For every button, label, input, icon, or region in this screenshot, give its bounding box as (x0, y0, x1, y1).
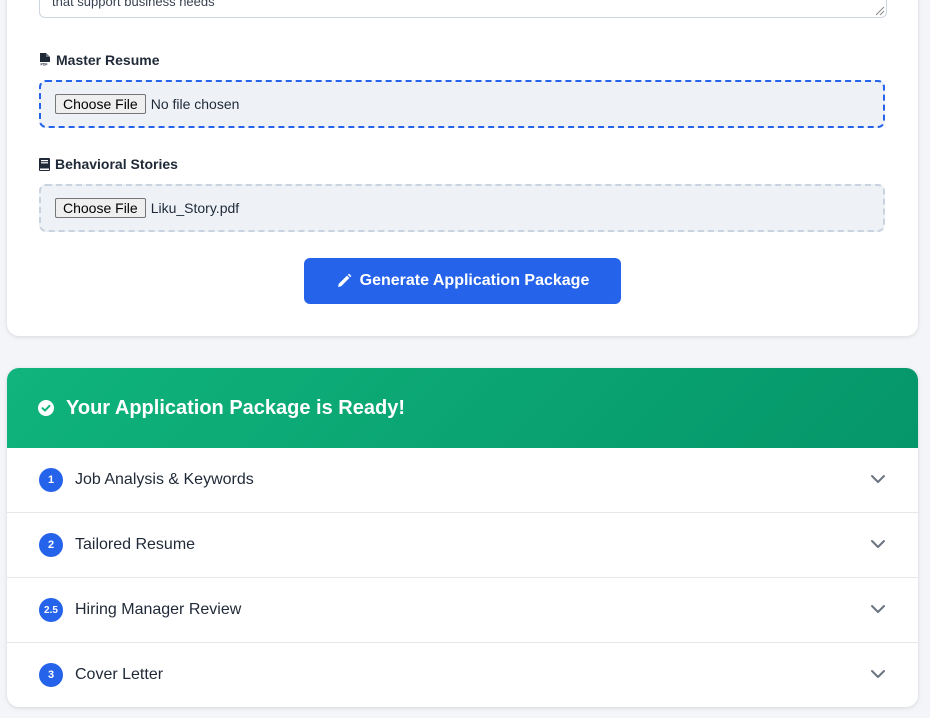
master-resume-label-text: Master Resume (56, 52, 160, 68)
section-row-tailored-resume[interactable]: 2 Tailored Resume (7, 513, 918, 578)
section-number-badge: 1 (39, 468, 63, 492)
section-title: Job Analysis & Keywords (75, 471, 254, 488)
behavioral-stories-label: Behavioral Stories (39, 156, 178, 172)
behavioral-stories-label-text: Behavioral Stories (55, 156, 178, 172)
results-card: Your Application Package is Ready! 1 Job… (7, 368, 918, 707)
section-title: Hiring Manager Review (75, 601, 242, 618)
master-resume-file-input[interactable]: Choose File No file chosen (39, 80, 885, 128)
results-header-title: Your Application Package is Ready! (66, 396, 405, 419)
generate-application-package-button[interactable]: Generate Application Package (304, 258, 621, 304)
chevron-down-icon[interactable] (870, 539, 886, 549)
section-row-cover-letter[interactable]: 3 Cover Letter (7, 643, 918, 707)
section-title: Cover Letter (75, 666, 164, 683)
results-header: Your Application Package is Ready! (7, 368, 918, 448)
job-description-text: position at Director level, which is par… (52, 0, 215, 9)
section-row-job-analysis[interactable]: 1 Job Analysis & Keywords (7, 448, 918, 513)
chevron-down-icon[interactable] (870, 604, 886, 614)
resize-handle-icon[interactable] (873, 4, 885, 16)
master-resume-label: PDF Master Resume (39, 52, 160, 68)
svg-text:PDF: PDF (41, 63, 49, 67)
chevron-down-icon[interactable] (870, 474, 886, 484)
master-resume-file-status: No file chosen (150, 96, 240, 112)
book-icon (39, 157, 50, 171)
section-number-badge: 2.5 (39, 598, 63, 622)
section-number-badge: 2 (39, 533, 63, 557)
pencil-icon (337, 273, 352, 287)
generate-button-label: Generate Application Package (359, 272, 590, 289)
behavioral-stories-file-status: Liku_Story.pdf (150, 200, 240, 216)
section-title: Tailored Resume (75, 536, 196, 553)
master-resume-choose-file-button[interactable]: Choose File (55, 94, 146, 114)
section-row-hiring-manager-review[interactable]: 2.5 Hiring Manager Review (7, 578, 918, 643)
job-description-textarea[interactable]: position at Director level, which is par… (39, 0, 887, 18)
check-circle-icon (38, 400, 54, 416)
application-form-card: position at Director level, which is par… (7, 0, 918, 336)
section-number-badge: 3 (39, 663, 63, 687)
behavioral-stories-file-input[interactable]: Choose File Liku_Story.pdf (39, 184, 885, 232)
behavioral-stories-choose-file-button[interactable]: Choose File (55, 198, 146, 218)
chevron-down-icon[interactable] (870, 669, 886, 679)
pdf-file-icon: PDF (40, 53, 50, 67)
